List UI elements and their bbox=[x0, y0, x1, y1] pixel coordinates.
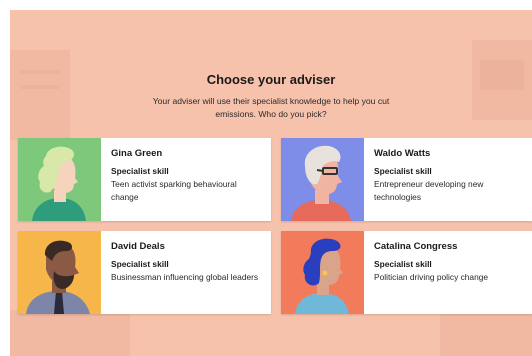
skill-description: Businessman influencing global leaders bbox=[111, 272, 259, 282]
skill-description: Teen activist sparking behavioural chang… bbox=[111, 179, 237, 202]
page-subtitle: Your adviser will use their specialist k… bbox=[152, 96, 390, 119]
bearded-man-profile-icon bbox=[18, 231, 101, 314]
page-title: Choose your adviser bbox=[206, 72, 336, 87]
skill-description: Entrepreneur developing new technologies bbox=[374, 179, 484, 202]
adviser-info: Gina Green Specialist skill Teen activis… bbox=[111, 148, 266, 203]
screen: Choose your adviser Your adviser will us… bbox=[0, 0, 532, 356]
adviser-info: David Deals Specialist skill Businessman… bbox=[111, 241, 266, 284]
adviser-info: Waldo Watts Specialist skill Entrepreneu… bbox=[374, 148, 529, 203]
portrait-gina-green bbox=[18, 138, 101, 221]
skill-label: Specialist skill bbox=[374, 259, 432, 269]
skill-label: Specialist skill bbox=[111, 166, 169, 176]
portrait-waldo-watts bbox=[281, 138, 364, 221]
adviser-info: Catalina Congress Specialist skill Polit… bbox=[374, 241, 529, 284]
adviser-card-gina-green[interactable]: Gina Green Specialist skill Teen activis… bbox=[18, 138, 271, 221]
portrait-catalina-congress bbox=[281, 231, 364, 314]
adviser-card-catalina-congress[interactable]: Catalina Congress Specialist skill Polit… bbox=[281, 231, 532, 314]
woman-profile-icon bbox=[18, 138, 101, 221]
adviser-selection-panel: Choose your adviser Your adviser will us… bbox=[10, 10, 532, 356]
man-with-glasses-profile-icon bbox=[281, 138, 364, 221]
adviser-name: David Deals bbox=[111, 241, 165, 252]
adviser-name: Waldo Watts bbox=[374, 148, 431, 159]
adviser-name: Gina Green bbox=[111, 148, 163, 159]
adviser-card-david-deals[interactable]: David Deals Specialist skill Businessman… bbox=[18, 231, 271, 314]
skill-description: Politician driving policy change bbox=[374, 272, 489, 282]
adviser-card-waldo-watts[interactable]: Waldo Watts Specialist skill Entrepreneu… bbox=[281, 138, 532, 221]
skill-label: Specialist skill bbox=[374, 166, 432, 176]
adviser-name: Catalina Congress bbox=[374, 241, 458, 252]
skill-label: Specialist skill bbox=[111, 259, 169, 269]
portrait-david-deals bbox=[18, 231, 101, 314]
woman-with-curly-hair-profile-icon bbox=[281, 231, 364, 314]
